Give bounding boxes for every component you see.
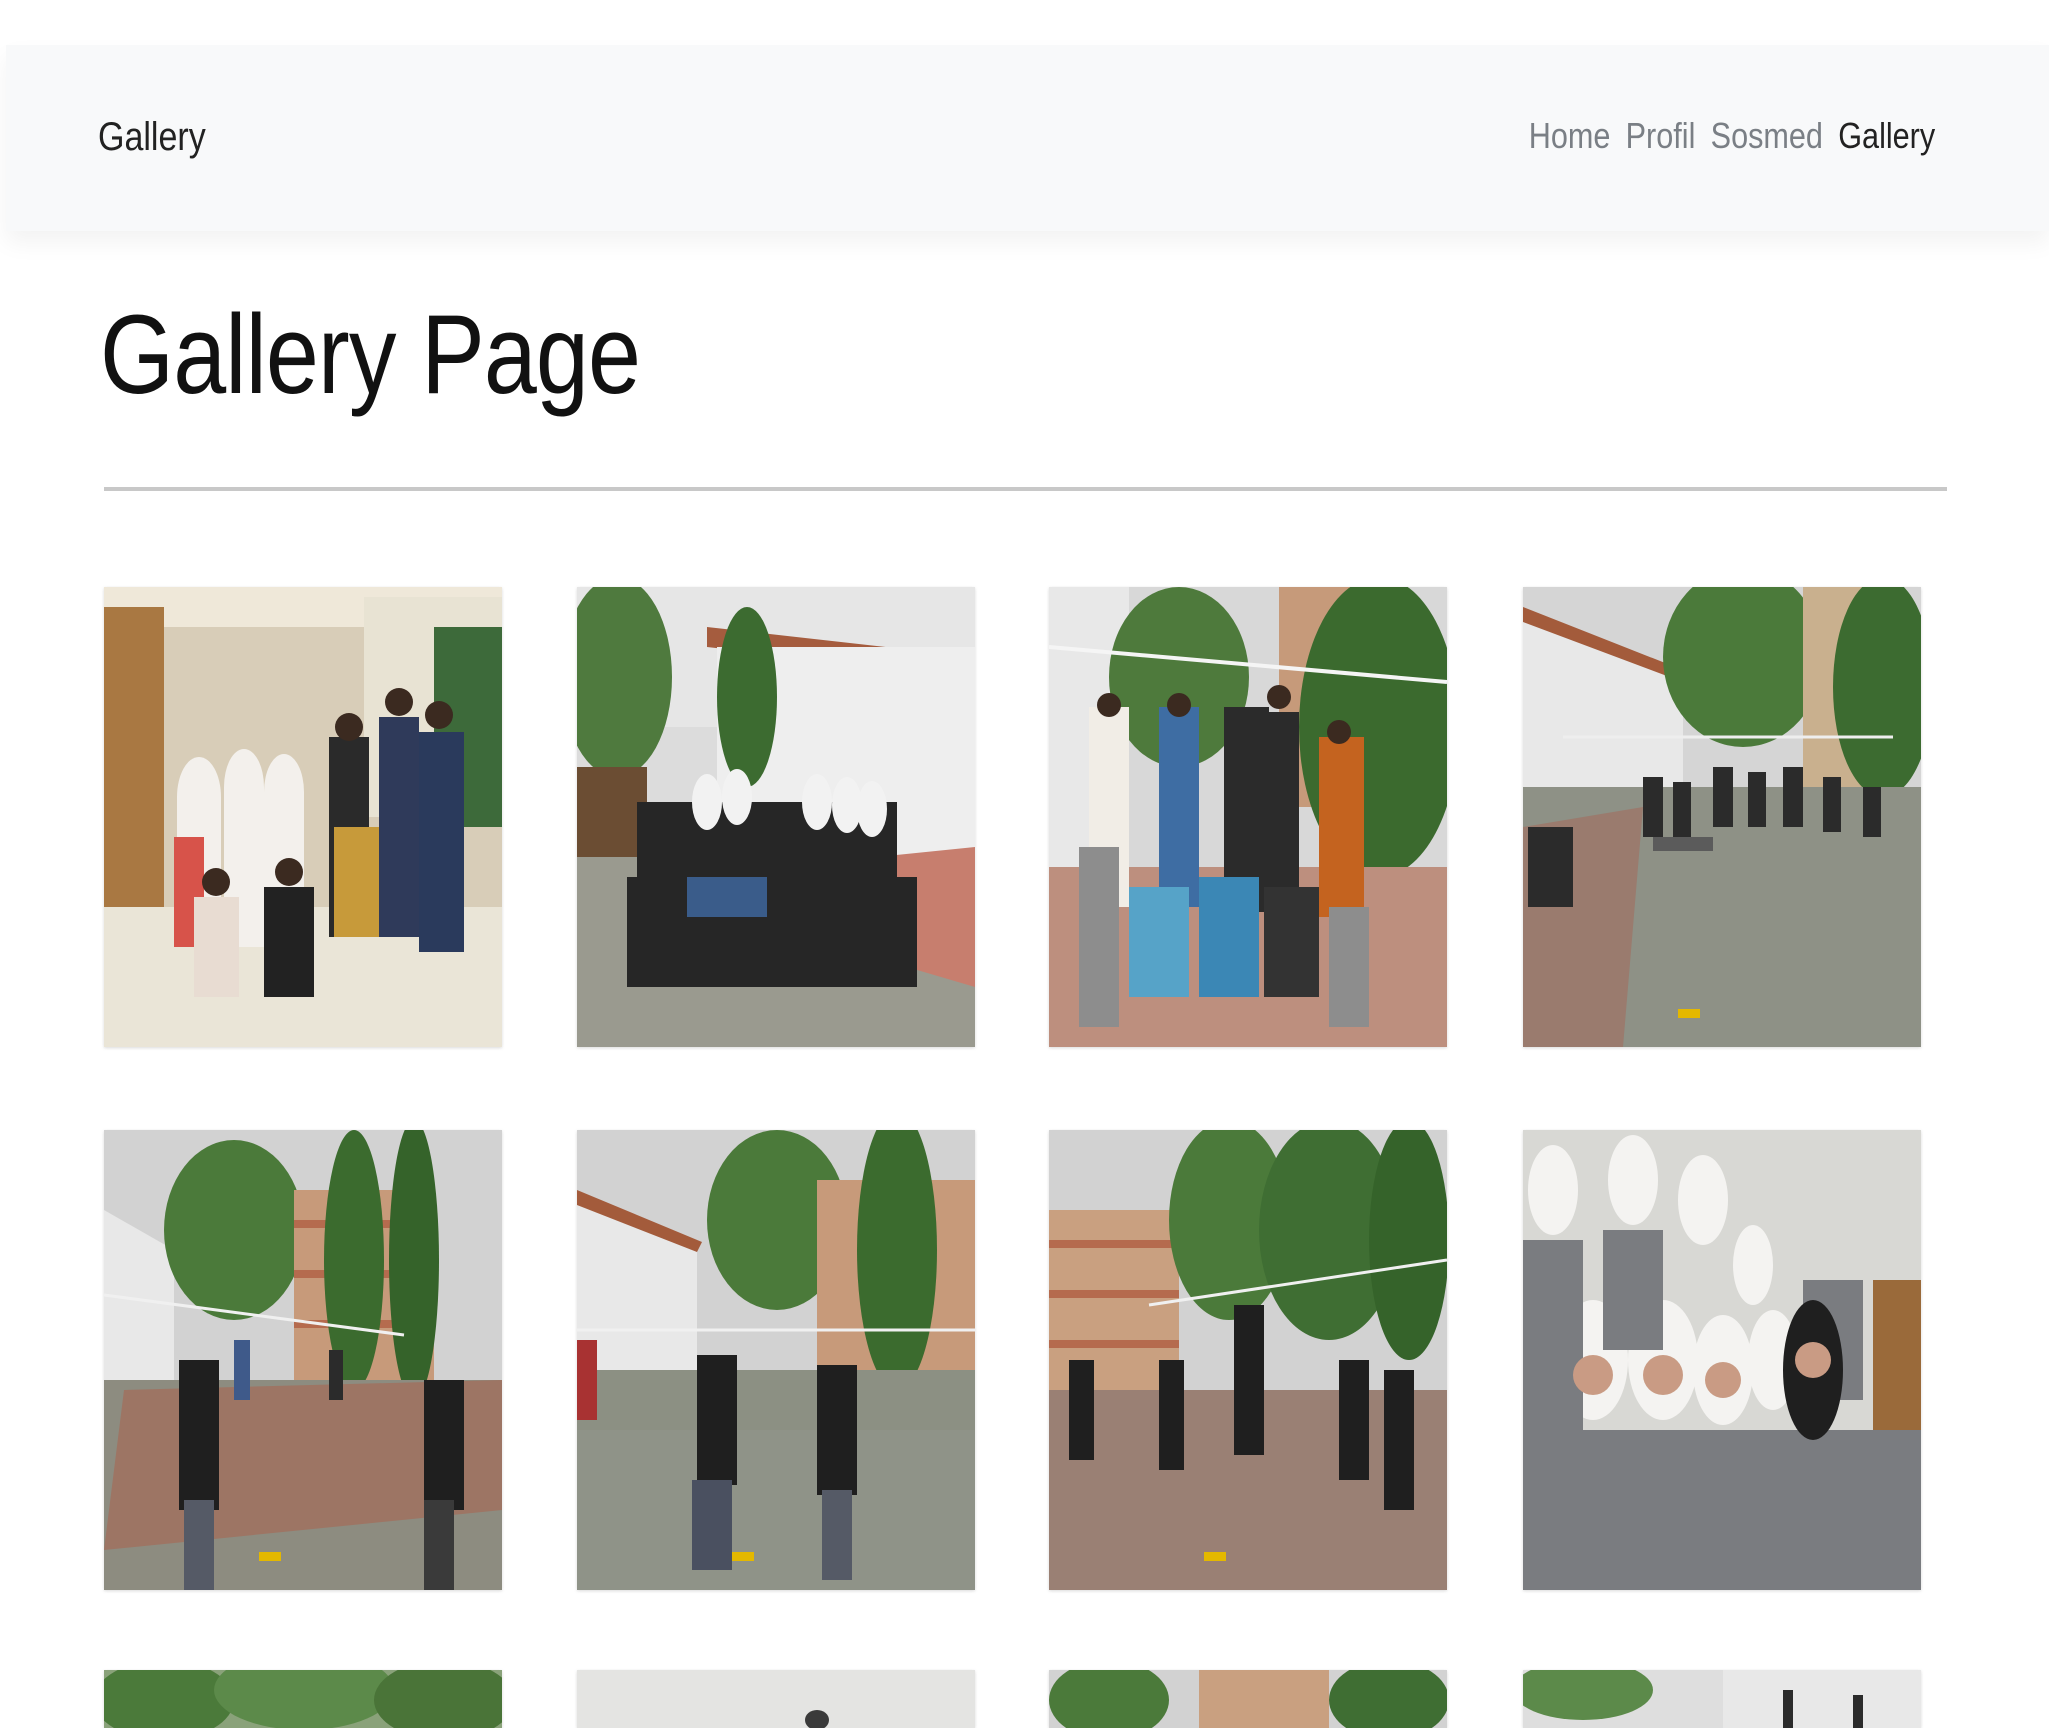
gallery-photo-3[interactable] <box>1049 587 1447 1047</box>
gallery-photo-8[interactable] <box>1523 1130 1921 1590</box>
nav-links: Home Profil Sosmed Gallery <box>1529 115 1935 157</box>
nav-link-gallery[interactable]: Gallery <box>1838 115 1935 157</box>
gallery-photo-9[interactable] <box>104 1670 502 1728</box>
gallery-photo-7[interactable] <box>1049 1130 1447 1590</box>
nav-link-sosmed[interactable]: Sosmed <box>1711 115 1823 157</box>
gallery-photo-12[interactable] <box>1523 1670 1921 1728</box>
nav-link-profil[interactable]: Profil <box>1625 115 1695 157</box>
gallery-photo-11[interactable] <box>1049 1670 1447 1728</box>
navbar-brand[interactable]: Gallery <box>98 115 206 160</box>
nav-link-home[interactable]: Home <box>1529 115 1611 157</box>
title-divider <box>104 487 1947 491</box>
gallery-photo-6[interactable] <box>577 1130 975 1590</box>
gallery-photo-5[interactable] <box>104 1130 502 1590</box>
gallery-photo-1[interactable] <box>104 587 502 1047</box>
gallery-photo-10[interactable] <box>577 1670 975 1728</box>
page-title: Gallery Page <box>100 292 641 417</box>
gallery-photo-4[interactable] <box>1523 587 1921 1047</box>
gallery-photo-2[interactable] <box>577 587 975 1047</box>
